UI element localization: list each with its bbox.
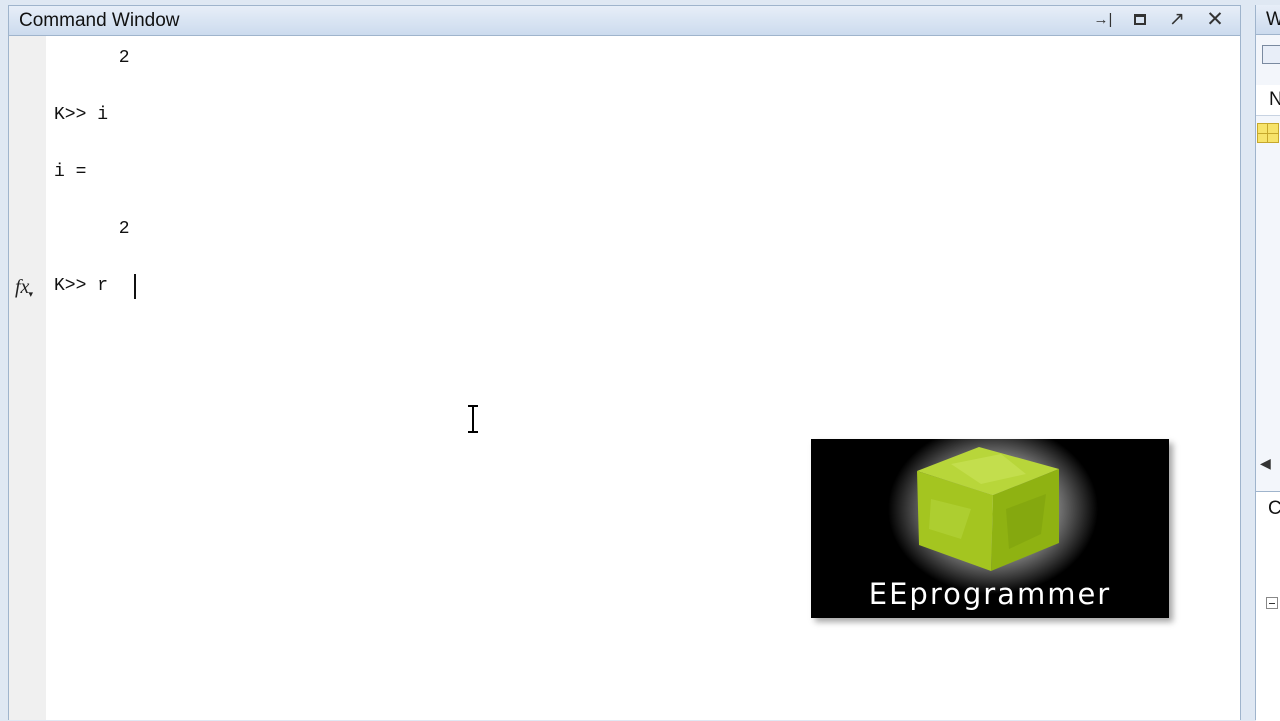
maximize-button[interactable] bbox=[1128, 8, 1152, 32]
window-title: Command Window bbox=[19, 10, 180, 31]
column-header-label: N bbox=[1269, 89, 1280, 110]
workspace-title: W bbox=[1266, 9, 1280, 30]
command-window-titlebar[interactable]: Command Window →| ↗ ✕ bbox=[9, 6, 1240, 36]
command-history-panel: C bbox=[1256, 491, 1280, 721]
restore-icon[interactable]: ↗ bbox=[1165, 8, 1189, 32]
command-input-line[interactable]: K>> r bbox=[54, 276, 108, 296]
prompt-line: K>> i bbox=[54, 105, 109, 125]
workspace-titlebar[interactable]: W bbox=[1256, 5, 1280, 35]
collapse-icon[interactable] bbox=[1266, 597, 1278, 609]
workspace-panel: W N ◀ C bbox=[1255, 5, 1280, 721]
text-caret bbox=[134, 274, 136, 299]
output-line: 2 bbox=[54, 219, 130, 239]
eeprogrammer-logo: EEprogrammer bbox=[811, 424, 1169, 618]
column-header-name[interactable]: N bbox=[1256, 85, 1280, 116]
logo-text: EEprogrammer bbox=[868, 577, 1112, 611]
command-history-title: C bbox=[1268, 498, 1280, 519]
chevron-down-icon: ▾ bbox=[28, 289, 33, 299]
function-browser-icon[interactable]: fx▾ bbox=[15, 276, 34, 299]
matrix-variable-icon[interactable] bbox=[1257, 123, 1279, 143]
new-variable-icon[interactable] bbox=[1262, 45, 1280, 64]
close-icon[interactable]: ✕ bbox=[1203, 8, 1227, 32]
maximize-icon bbox=[1134, 14, 1146, 26]
scroll-left-icon[interactable]: ◀ bbox=[1260, 455, 1271, 472]
ibeam-cursor-icon bbox=[468, 405, 478, 433]
output-line: i = bbox=[54, 162, 87, 182]
undock-icon[interactable]: →| bbox=[1091, 8, 1115, 32]
output-line: 2 bbox=[54, 48, 130, 68]
